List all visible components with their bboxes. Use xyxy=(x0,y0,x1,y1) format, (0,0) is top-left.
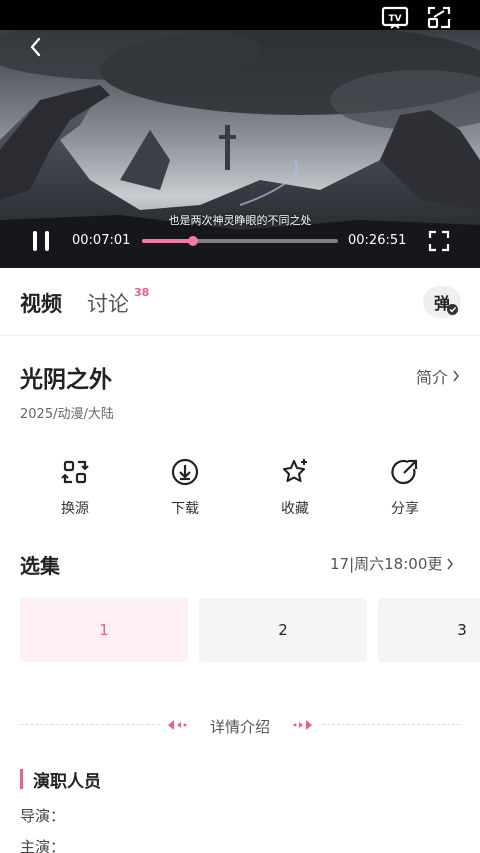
player-controls: 00:07:01 00:26:51 xyxy=(0,226,480,256)
show-title: 光阴之外 xyxy=(20,367,112,393)
share-icon xyxy=(389,456,421,488)
section-accent-bar xyxy=(20,769,23,789)
tv-cast-icon[interactable]: TV xyxy=(380,4,410,32)
progress-fill xyxy=(142,239,193,243)
cast-header: 演职人员 xyxy=(20,768,101,792)
discussion-count-badge: 38 xyxy=(134,286,150,299)
page: TV 也是两次神灵睁眼的不同之处 00:07:01 00:26:51 视频 讨论… xyxy=(0,0,480,853)
action-row: 换源 下载 收藏 分享 xyxy=(0,456,480,526)
star-icon xyxy=(279,456,311,488)
favorite-label: 收藏 xyxy=(281,501,309,517)
intro-label: 简介 xyxy=(416,368,449,387)
current-time: 00:07:01 xyxy=(72,233,131,248)
favorite-button[interactable]: 收藏 xyxy=(255,456,335,518)
episode-list: 1 2 3 xyxy=(20,598,480,662)
detail-title: 详情介绍 xyxy=(209,718,270,736)
intro-link[interactable]: 简介 xyxy=(416,364,460,388)
video-player[interactable]: TV 也是两次神灵睁眼的不同之处 00:07:01 00:26:51 xyxy=(0,0,480,268)
switch-source-button[interactable]: 换源 xyxy=(35,456,115,518)
divider-line xyxy=(322,724,460,725)
download-icon xyxy=(169,456,201,488)
download-button[interactable]: 下载 xyxy=(145,456,225,518)
cast-title: 演职人员 xyxy=(33,771,101,792)
danmu-toggle-button[interactable]: 弹 xyxy=(423,286,461,318)
detail-divider: 详情介绍 xyxy=(20,712,460,738)
share-label: 分享 xyxy=(391,501,419,517)
chevron-right-icon xyxy=(447,558,454,569)
show-meta: 2025/动漫/大陆 xyxy=(20,407,114,422)
check-icon xyxy=(447,304,458,315)
tab-discussion[interactable]: 讨论 xyxy=(87,288,129,318)
progress-knob[interactable] xyxy=(187,236,198,246)
tab-bar: 视频 讨论 38 弹 xyxy=(0,268,480,336)
switch-source-label: 换源 xyxy=(61,501,89,517)
episodes-title: 选集 xyxy=(20,554,60,578)
tab-video[interactable]: 视频 xyxy=(20,288,62,318)
chevron-right-icon xyxy=(453,370,459,382)
episode-item[interactable]: 1 xyxy=(20,598,188,662)
progress-bar[interactable] xyxy=(142,236,338,246)
screen-mirror-icon[interactable] xyxy=(424,4,454,32)
back-icon[interactable] xyxy=(22,34,48,60)
switch-source-icon xyxy=(59,456,91,488)
download-label: 下载 xyxy=(171,501,199,517)
episode-item[interactable]: 3 xyxy=(378,598,480,662)
episodes-update-text: 17|周六18:00更 xyxy=(330,555,443,573)
double-arrow-right-icon xyxy=(293,720,312,730)
fullscreen-icon[interactable] xyxy=(426,228,452,254)
svg-text:TV: TV xyxy=(388,14,401,24)
pause-icon[interactable] xyxy=(28,228,54,254)
actors-label: 主演： xyxy=(20,838,66,853)
episodes-update-link[interactable]: 17|周六18:00更 xyxy=(330,553,454,574)
director-label: 导演： xyxy=(20,807,66,825)
total-time: 00:26:51 xyxy=(348,233,407,248)
share-button[interactable]: 分享 xyxy=(365,456,445,518)
episode-item[interactable]: 2 xyxy=(199,598,367,662)
